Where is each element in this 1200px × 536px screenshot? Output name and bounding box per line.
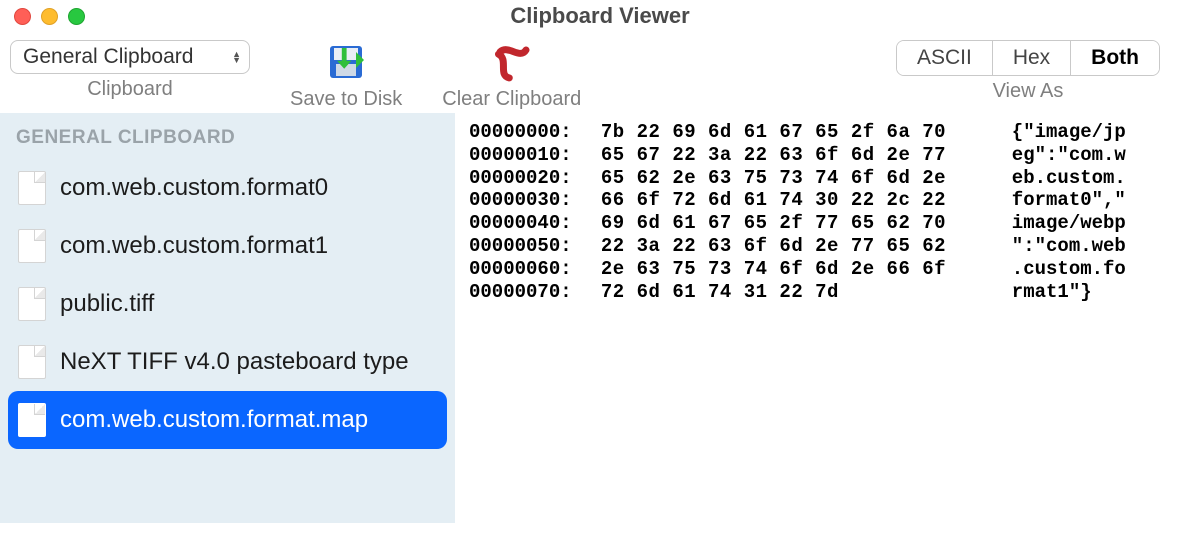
hexdump-row: 00000010: 65 67 22 3a 22 63 6f 6d 2e 77 … — [469, 144, 1186, 167]
hex-bytes: 72 6d 61 74 31 22 7d — [589, 281, 989, 304]
hexdump-row: 00000070: 72 6d 61 74 31 22 7d rmat1"} — [469, 281, 1186, 304]
file-icon — [18, 229, 46, 263]
hex-addr: 00000000: — [469, 121, 589, 144]
hex-bytes: 2e 63 75 73 74 6f 6d 2e 66 6f — [589, 258, 989, 281]
clipboard-select-group: General Clipboard ▲▼ Clipboard — [10, 40, 250, 101]
hex-ascii: eg":"com.w — [989, 144, 1126, 167]
sidebar: GENERAL CLIPBOARD com.web.custom.format0… — [0, 113, 455, 523]
hex-bytes: 7b 22 69 6d 61 67 65 2f 6a 70 — [589, 121, 989, 144]
zoom-window-button[interactable] — [68, 8, 85, 25]
file-icon — [18, 345, 46, 379]
hexdump-row: 00000060: 2e 63 75 73 74 6f 6d 2e 66 6f … — [469, 258, 1186, 281]
hex-ascii: eb.custom. — [989, 167, 1126, 190]
hex-bytes: 65 62 2e 63 75 73 74 6f 6d 2e — [589, 167, 989, 190]
hex-ascii: format0"," — [989, 189, 1126, 212]
hex-ascii: {"image/jp — [989, 121, 1126, 144]
hex-addr: 00000030: — [469, 189, 589, 212]
save-group: Save to Disk — [290, 40, 402, 111]
list-item-label: com.web.custom.format.map — [60, 406, 368, 434]
clear-clipboard-button[interactable] — [490, 40, 534, 84]
file-icon — [18, 171, 46, 205]
list-item-label: public.tiff — [60, 290, 154, 318]
view-as-group: ASCII Hex Both View As — [896, 40, 1160, 103]
clear-label: Clear Clipboard — [442, 88, 581, 111]
hex-addr: 00000010: — [469, 144, 589, 167]
list-item-label: NeXT TIFF v4.0 pasteboard type — [60, 348, 409, 376]
hexdump-view[interactable]: 00000000: 7b 22 69 6d 61 67 65 2f 6a 70 … — [455, 113, 1200, 523]
hexdump-row: 00000050: 22 3a 22 63 6f 6d 2e 77 65 62 … — [469, 235, 1186, 258]
clear-clipboard-icon — [490, 40, 534, 84]
hex-bytes: 69 6d 61 67 65 2f 77 65 62 70 — [589, 212, 989, 235]
file-icon — [18, 403, 46, 437]
traffic-lights — [0, 8, 85, 25]
clipboard-select[interactable]: General Clipboard ▲▼ — [10, 40, 250, 74]
hex-addr: 00000070: — [469, 281, 589, 304]
list-item-label: com.web.custom.format0 — [60, 174, 328, 202]
hex-bytes: 65 67 22 3a 22 63 6f 6d 2e 77 — [589, 144, 989, 167]
hex-addr: 00000060: — [469, 258, 589, 281]
hex-bytes: 66 6f 72 6d 61 74 30 22 2c 22 — [589, 189, 989, 212]
clear-group: Clear Clipboard — [442, 40, 581, 111]
list-item[interactable]: com.web.custom.format1 — [0, 217, 455, 275]
view-as-label: View As — [993, 80, 1064, 103]
clipboard-label: Clipboard — [87, 78, 173, 101]
list-item-label: com.web.custom.format1 — [60, 232, 328, 260]
seg-both[interactable]: Both — [1070, 41, 1159, 75]
hex-addr: 00000050: — [469, 235, 589, 258]
hexdump-row: 00000040: 69 6d 61 67 65 2f 77 65 62 70 … — [469, 212, 1186, 235]
save-label: Save to Disk — [290, 88, 402, 111]
hex-bytes: 22 3a 22 63 6f 6d 2e 77 65 62 — [589, 235, 989, 258]
save-to-disk-icon — [324, 40, 368, 84]
list-item[interactable]: NeXT TIFF v4.0 pasteboard type — [0, 333, 455, 391]
hexdump-row: 00000030: 66 6f 72 6d 61 74 30 22 2c 22 … — [469, 189, 1186, 212]
clipboard-select-value: General Clipboard — [23, 45, 193, 69]
updown-arrows-icon: ▲▼ — [232, 51, 241, 63]
hexdump-row: 00000020: 65 62 2e 63 75 73 74 6f 6d 2e … — [469, 167, 1186, 190]
hex-ascii: .custom.fo — [989, 258, 1126, 281]
hex-addr: 00000020: — [469, 167, 589, 190]
list-item[interactable]: public.tiff — [0, 275, 455, 333]
minimize-window-button[interactable] — [41, 8, 58, 25]
list-item[interactable]: com.web.custom.format0 — [0, 159, 455, 217]
hexdump-row: 00000000: 7b 22 69 6d 61 67 65 2f 6a 70 … — [469, 121, 1186, 144]
hex-ascii: image/webp — [989, 212, 1126, 235]
hex-addr: 00000040: — [469, 212, 589, 235]
toolbar: General Clipboard ▲▼ Clipboard Save to D… — [0, 32, 1200, 113]
hex-ascii: rmat1"} — [989, 281, 1092, 304]
save-to-disk-button[interactable] — [324, 40, 368, 84]
window-title: Clipboard Viewer — [0, 3, 1200, 29]
seg-ascii[interactable]: ASCII — [897, 41, 992, 75]
list-item[interactable]: com.web.custom.format.map — [8, 391, 447, 449]
main: GENERAL CLIPBOARD com.web.custom.format0… — [0, 113, 1200, 523]
view-as-segmented: ASCII Hex Both — [896, 40, 1160, 76]
titlebar: Clipboard Viewer — [0, 0, 1200, 32]
seg-hex[interactable]: Hex — [992, 41, 1070, 75]
close-window-button[interactable] — [14, 8, 31, 25]
file-icon — [18, 287, 46, 321]
sidebar-header: GENERAL CLIPBOARD — [0, 119, 455, 159]
hex-ascii: ":"com.web — [989, 235, 1126, 258]
